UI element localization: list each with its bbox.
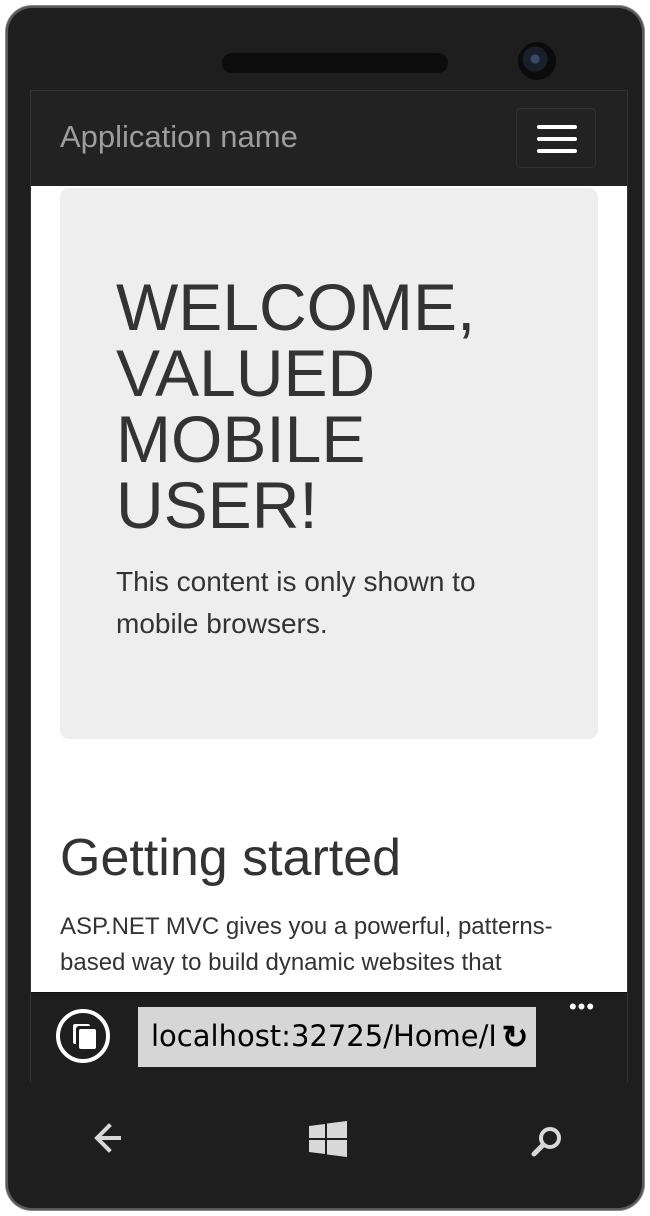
navbar-toggle-button[interactable] [516, 108, 596, 168]
jumbotron-title: WELCOME, VALUED MOBILE USER! [116, 270, 476, 542]
more-options-icon[interactable]: ••• [565, 996, 599, 1018]
getting-started-text: ASP.NET MVC gives you a powerful, patter… [60, 913, 553, 976]
browser-address-bar: localhost:32725/Home/Index ↻ ••• [31, 992, 627, 1082]
navbar: Application name [31, 91, 627, 186]
search-icon[interactable] [529, 1124, 565, 1160]
back-arrow-icon[interactable] [89, 1120, 125, 1156]
phone-camera [518, 42, 556, 80]
getting-started-title: Getting started [60, 829, 402, 887]
navbar-brand[interactable]: Application name [60, 119, 298, 155]
jumbotron-text: This content is only shown to mobile bro… [116, 566, 476, 639]
tabs-icon[interactable] [56, 1009, 110, 1063]
address-text: localhost:32725/Home/Index [151, 1019, 536, 1053]
address-field[interactable]: localhost:32725/Home/Index ↻ [138, 1007, 536, 1067]
jumbotron: WELCOME, VALUED MOBILE USER! This conten… [60, 188, 598, 739]
windows-logo-icon[interactable] [307, 1119, 349, 1161]
browser-viewport: Application name WELCOME, VALUED MOBILE … [31, 91, 627, 1081]
refresh-icon[interactable]: ↻ [494, 1007, 536, 1067]
phone-speaker [222, 53, 448, 73]
hardware-buttons-bar [31, 1082, 627, 1192]
